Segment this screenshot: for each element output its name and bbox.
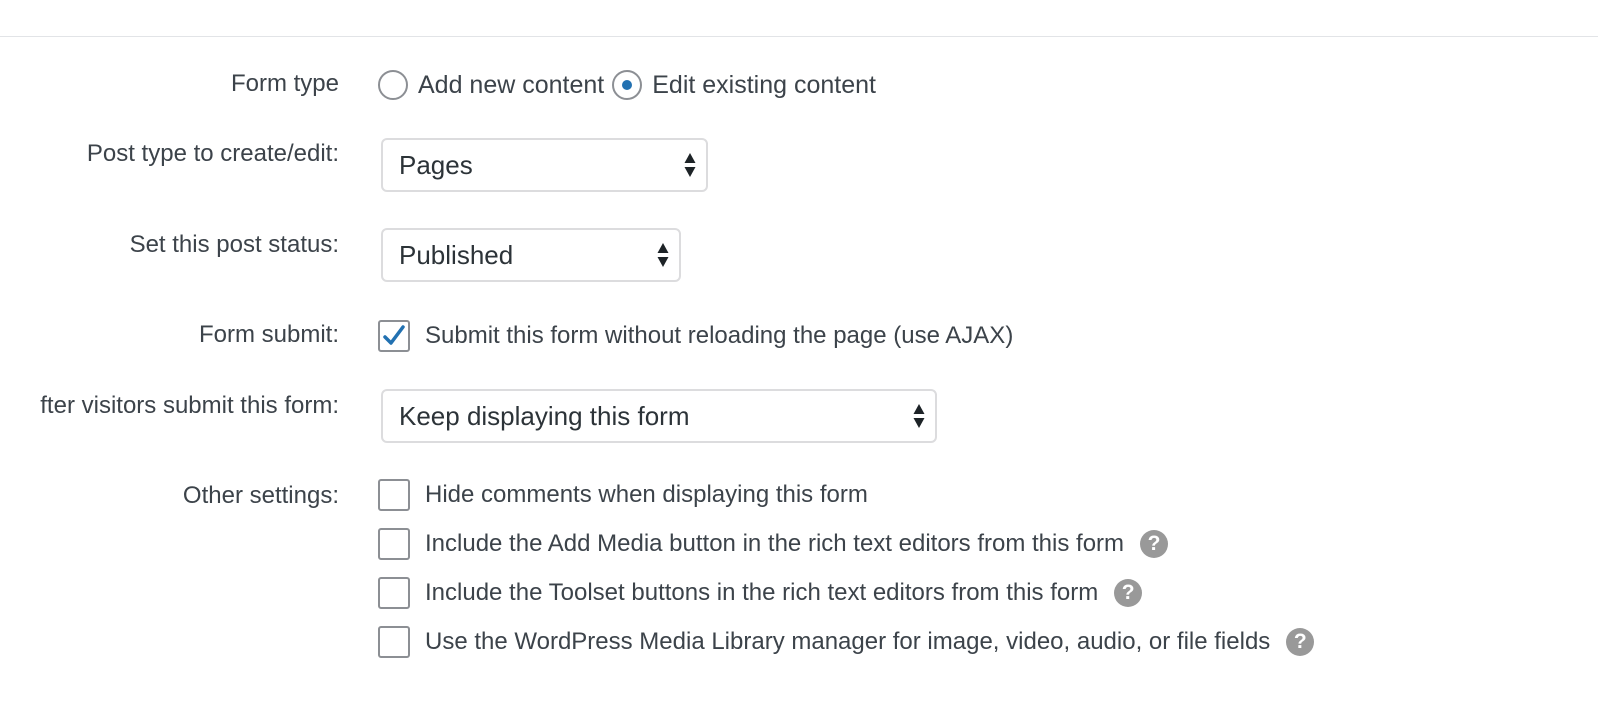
ajax-submit-checkbox[interactable] <box>378 320 410 352</box>
select-arrows-icon <box>684 153 696 177</box>
post-status-label: Set this post status: <box>129 231 339 258</box>
hide-comments-checkbox[interactable] <box>378 479 410 511</box>
edit-existing-content-label[interactable]: Edit existing content <box>652 71 876 100</box>
post-status-select[interactable]: Published <box>381 228 681 282</box>
post-type-label: Post type to create/edit: <box>86 140 339 167</box>
add-new-content-label[interactable]: Add new content <box>418 71 604 100</box>
select-arrows-icon <box>657 243 669 267</box>
post-type-select[interactable]: Pages <box>381 138 708 192</box>
hide-comments-option: Hide comments when displaying this form <box>378 478 868 512</box>
after-submit-select-value: Keep displaying this form <box>399 400 690 431</box>
form-type-radio-group: Add new content Edit existing content <box>378 68 884 102</box>
help-icon[interactable]: ? <box>1140 530 1169 558</box>
hide-comments-label[interactable]: Hide comments when displaying this form <box>425 481 868 509</box>
toolset-buttons-option: Include the Toolset buttons in the rich … <box>378 576 1143 610</box>
help-icon[interactable]: ? <box>1114 579 1143 607</box>
form-type-label: Form type <box>230 70 339 97</box>
other-settings-label: Other settings: <box>182 482 339 509</box>
help-icon[interactable]: ? <box>1286 628 1315 656</box>
post-status-select-value: Published <box>399 239 514 270</box>
radio-selected-dot <box>622 80 633 90</box>
media-library-option: Use the WordPress Media Library manager … <box>378 625 1315 659</box>
form-submit-label: Form submit: <box>198 321 339 348</box>
ajax-submit-option: Submit this form without reloading the p… <box>378 319 1013 353</box>
add-new-content-radio[interactable] <box>378 70 408 100</box>
media-library-label[interactable]: Use the WordPress Media Library manager … <box>425 628 1270 656</box>
select-arrows-icon <box>913 404 925 428</box>
toolset-buttons-checkbox[interactable] <box>378 577 410 609</box>
ajax-submit-label[interactable]: Submit this form without reloading the p… <box>425 322 1013 350</box>
edit-existing-content-radio[interactable] <box>612 70 643 100</box>
post-type-select-value: Pages <box>399 149 473 180</box>
top-divider <box>0 36 1598 37</box>
after-submit-select[interactable]: Keep displaying this form <box>381 389 937 443</box>
toolset-buttons-label[interactable]: Include the Toolset buttons in the rich … <box>425 579 1098 607</box>
add-media-checkbox[interactable] <box>378 528 410 560</box>
add-media-label[interactable]: Include the Add Media button in the rich… <box>425 530 1124 558</box>
after-submit-label: fter visitors submit this form: <box>40 392 339 419</box>
checkmark-icon <box>383 325 405 345</box>
media-library-checkbox[interactable] <box>378 626 410 658</box>
add-media-option: Include the Add Media button in the rich… <box>378 527 1169 561</box>
